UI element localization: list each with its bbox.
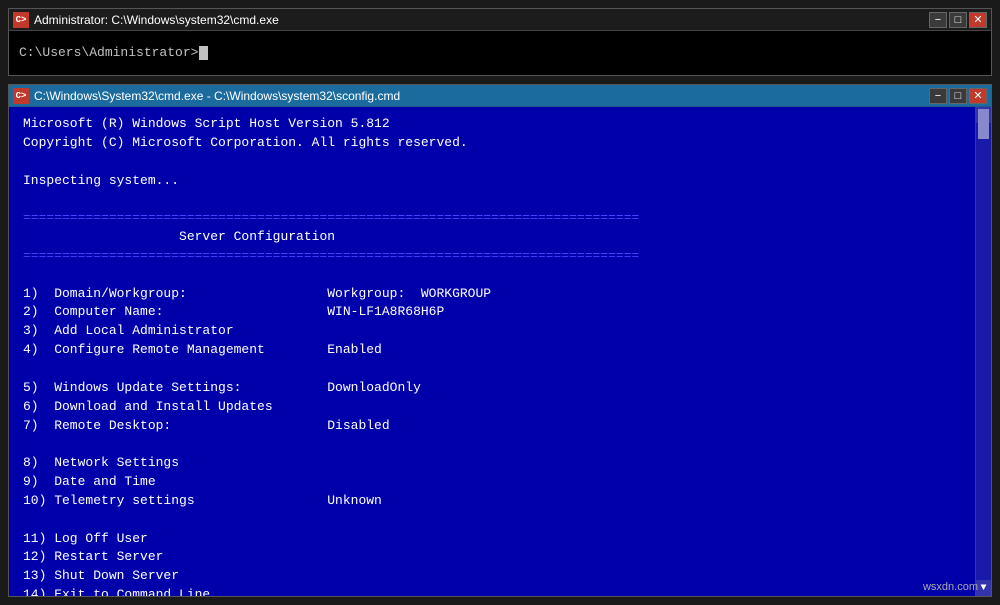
console-blank-4 <box>23 511 977 530</box>
top-prompt: C:\Users\Administrator> <box>19 44 198 63</box>
console-item-10: 10) Telemetry settings Unknown <box>23 492 977 511</box>
cmd-top-window: C> Administrator: C:\Windows\system32\cm… <box>8 8 992 76</box>
console-header: Server Configuration <box>23 228 977 247</box>
titlebar-bottom-buttons: − □ ✕ <box>929 88 987 104</box>
console-item-2: 2) Computer Name: WIN-LF1A8R68H6P <box>23 303 977 322</box>
separator-1: ========================================… <box>23 209 977 228</box>
restore-button-top[interactable]: □ <box>949 12 967 28</box>
sconfig-content: Microsoft (R) Windows Script Host Versio… <box>9 107 991 596</box>
minimize-button-bottom[interactable]: − <box>929 88 947 104</box>
console-line-2: Copyright (C) Microsoft Corporation. All… <box>23 134 977 153</box>
console-item-6: 6) Download and Install Updates <box>23 398 977 417</box>
close-button-top[interactable]: ✕ <box>969 12 987 28</box>
console-item-14: 14) Exit to Command Line <box>23 586 977 596</box>
scrollbar[interactable]: ▲ ▼ <box>975 107 991 596</box>
cursor <box>199 46 208 60</box>
console-item-4: 4) Configure Remote Management Enabled <box>23 341 977 360</box>
cmd-icon-bottom: C> <box>13 88 29 104</box>
console-item-12: 12) Restart Server <box>23 548 977 567</box>
titlebar-bottom-title: C:\Windows\System32\cmd.exe - C:\Windows… <box>34 89 400 103</box>
titlebar-bottom-left: C> C:\Windows\System32\cmd.exe - C:\Wind… <box>13 88 400 104</box>
cmd-top-content: C:\Users\Administrator> <box>9 31 991 75</box>
minimize-button-top[interactable]: − <box>929 12 947 28</box>
console-item-3: 3) Add Local Administrator <box>23 322 977 341</box>
scrollbar-down-arrow[interactable]: ▼ <box>976 580 991 596</box>
console-item-7: 7) Remote Desktop: Disabled <box>23 417 977 436</box>
console-blank-2 <box>23 360 977 379</box>
titlebar-top-left: C> Administrator: C:\Windows\system32\cm… <box>13 12 279 28</box>
close-button-bottom[interactable]: ✕ <box>969 88 987 104</box>
titlebar-top-title: Administrator: C:\Windows\system32\cmd.e… <box>34 13 279 27</box>
titlebar-top: C> Administrator: C:\Windows\system32\cm… <box>9 9 991 31</box>
scrollbar-thumb[interactable] <box>978 109 989 139</box>
console-item-13: 13) Shut Down Server <box>23 567 977 586</box>
console-line-5 <box>23 190 977 209</box>
console-item-8: 8) Network Settings <box>23 454 977 473</box>
watermark: wsxdn.com <box>923 581 978 593</box>
console-blank-1 <box>23 266 977 285</box>
separator-2: ========================================… <box>23 247 977 266</box>
titlebar-bottom: C> C:\Windows\System32\cmd.exe - C:\Wind… <box>9 85 991 107</box>
sconfig-window: C> C:\Windows\System32\cmd.exe - C:\Wind… <box>8 84 992 597</box>
console-item-9: 9) Date and Time <box>23 473 977 492</box>
console-item-11: 11) Log Off User <box>23 530 977 549</box>
console-item-1: 1) Domain/Workgroup: Workgroup: WORKGROU… <box>23 285 977 304</box>
console-item-5: 5) Windows Update Settings: DownloadOnly <box>23 379 977 398</box>
console-line-4: Inspecting system... <box>23 172 977 191</box>
console-line-1: Microsoft (R) Windows Script Host Versio… <box>23 115 977 134</box>
cmd-icon-top: C> <box>13 12 29 28</box>
titlebar-top-buttons: − □ ✕ <box>929 12 987 28</box>
restore-button-bottom[interactable]: □ <box>949 88 967 104</box>
console-blank-3 <box>23 435 977 454</box>
console-line-3 <box>23 153 977 172</box>
